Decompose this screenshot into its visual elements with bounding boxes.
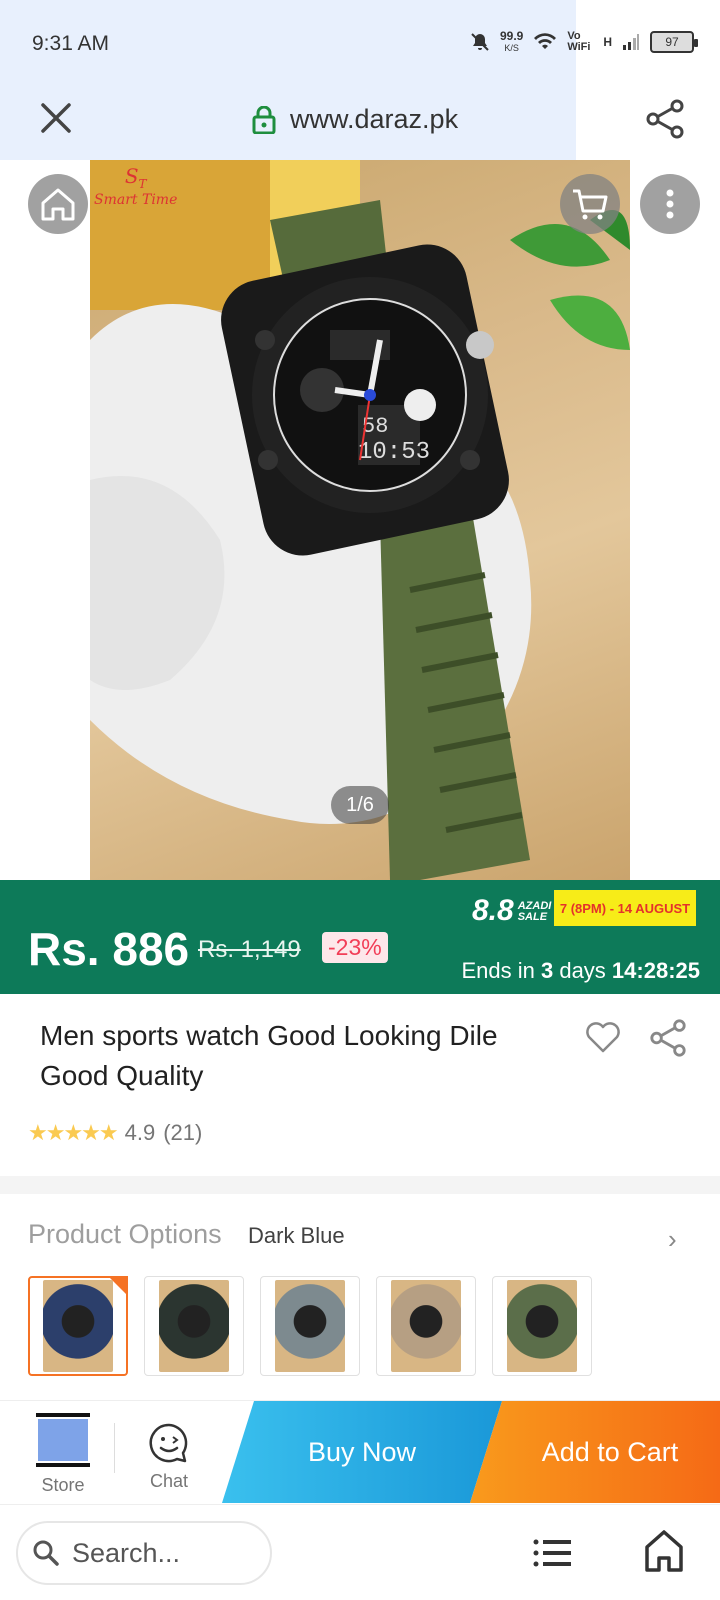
mute-bell-icon: [471, 33, 489, 51]
thumbnail-image: [43, 1280, 113, 1372]
rating-stars-icon: ★★★★★: [28, 1120, 119, 1145]
section-divider: [0, 1176, 720, 1194]
product-title: Men sports watch Good Looking Dile Good …: [40, 1020, 498, 1091]
options-label: Product Options: [28, 1219, 222, 1249]
chat-button[interactable]: Chat: [138, 1421, 200, 1492]
thumbnail-image: [159, 1280, 229, 1372]
product-rating[interactable]: ★★★★★ 4.9 (21): [28, 1120, 202, 1146]
current-price: Rs. 886: [28, 923, 190, 975]
chevron-right-icon[interactable]: ›: [668, 1224, 677, 1255]
svg-text:10:53: 10:53: [358, 439, 430, 466]
search-icon: [33, 1540, 59, 1566]
option-thumbnail[interactable]: [144, 1276, 244, 1376]
cart-icon: [573, 189, 608, 220]
search-placeholder: Search...: [72, 1537, 181, 1568]
more-vertical-icon: [666, 189, 674, 219]
selected-option[interactable]: Dark Blue: [248, 1223, 345, 1249]
status-time: 9:31 AM: [32, 32, 110, 55]
store-button[interactable]: Store: [30, 1413, 96, 1496]
option-thumbnail[interactable]: [376, 1276, 476, 1376]
lock-icon: [252, 105, 276, 134]
browser-bottom-bar: Search...: [0, 1504, 720, 1600]
thumbnail-image: [391, 1280, 461, 1372]
vowifi-label: Vo WiFi: [567, 30, 591, 53]
home-button[interactable]: [28, 174, 88, 234]
chat-icon: [149, 1423, 188, 1463]
review-count: (21): [163, 1120, 203, 1145]
thumbnail-image: [275, 1280, 345, 1372]
rating-value: 4.9: [124, 1120, 156, 1145]
battery-icon: 97: [650, 31, 698, 53]
signal-icon: [623, 34, 639, 50]
home-icon: [41, 188, 75, 221]
net-speed: 99.9 K/S: [499, 29, 524, 53]
action-bar: Store Chat Buy Now Add to Cart: [0, 1400, 720, 1504]
thumbnail-image: [507, 1280, 577, 1372]
option-thumbnail[interactable]: [492, 1276, 592, 1376]
sale-logo: 8.8 AZADI SALE: [472, 894, 552, 927]
wishlist-heart-icon[interactable]: [584, 1018, 622, 1056]
menu-list-icon[interactable]: [532, 1533, 572, 1573]
share-product-icon[interactable]: [648, 1018, 688, 1058]
option-thumbnail[interactable]: [28, 1276, 128, 1376]
product-image[interactable]: 58 10:53 ST Smart Time: [90, 160, 630, 880]
search-input[interactable]: Search...: [16, 1521, 272, 1585]
original-price: Rs. 1,149: [198, 936, 301, 963]
home-nav-icon[interactable]: [644, 1529, 684, 1573]
signal-label: H: [603, 35, 612, 49]
buy-now-button[interactable]: Buy Now: [222, 1401, 502, 1503]
option-thumbnail[interactable]: [260, 1276, 360, 1376]
sale-countdown: Ends in 3 days 14:28:25: [461, 958, 700, 983]
url-text: www.daraz.pk: [290, 104, 459, 134]
browser-top-bar: 9:31 AM 99.9 K/S Vo WiFi H 97 www.daraz.…: [0, 0, 720, 160]
discount-badge: -23%: [322, 932, 388, 963]
add-to-cart-button[interactable]: Add to Cart: [470, 1401, 720, 1503]
close-icon[interactable]: [38, 100, 74, 136]
status-icons: 99.9 K/S Vo WiFi H 97: [470, 29, 698, 54]
wifi-icon: [534, 33, 557, 49]
url-display[interactable]: www.daraz.pk: [252, 104, 458, 135]
price-banner: Rs. 886 Rs. 1,149 -23% 8.8 AZADI SALE 7 (…: [0, 880, 720, 994]
more-options-button[interactable]: [640, 174, 700, 234]
product-gallery[interactable]: 58 10:53 ST Smart Time 1/6: [0, 160, 720, 880]
cart-button[interactable]: [560, 174, 620, 234]
store-logo: [36, 1413, 90, 1467]
image-pager: 1/6: [331, 786, 389, 824]
option-thumbnails: [28, 1276, 592, 1376]
smart-time-logo: ST Smart Time: [94, 164, 178, 208]
watch-photo: 58 10:53: [90, 160, 630, 880]
address-bar-background: [0, 0, 576, 160]
sale-dates: 7 (8PM) - 14 AUGUST: [554, 890, 696, 926]
divider: [114, 1423, 115, 1473]
share-icon[interactable]: [644, 98, 686, 140]
